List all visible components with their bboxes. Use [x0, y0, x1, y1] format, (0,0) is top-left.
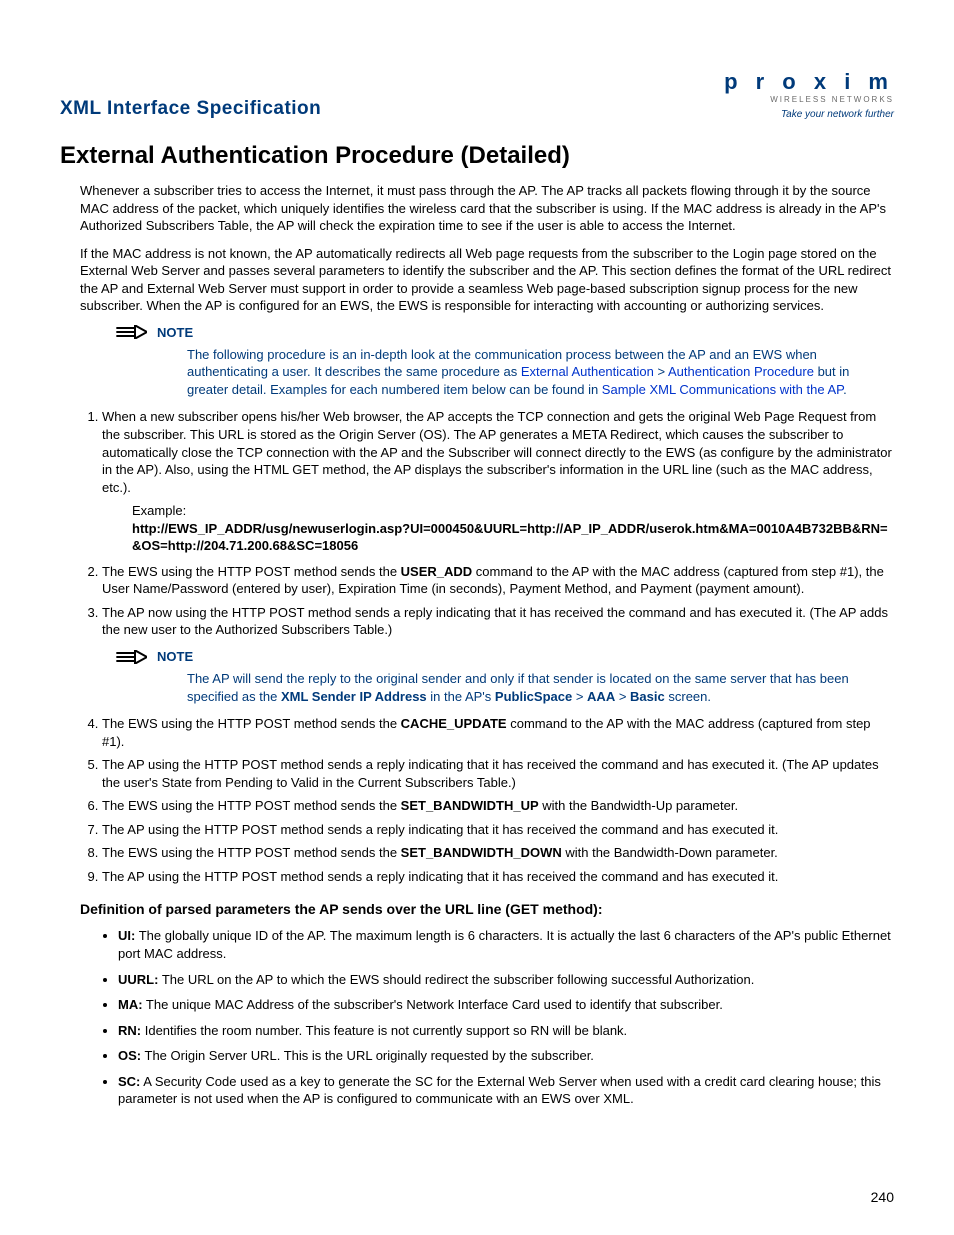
step-2: The EWS using the HTTP POST method sends… [102, 563, 894, 598]
note-arrow-icon [115, 325, 147, 339]
step-8-post: with the Bandwidth-Down parameter. [562, 845, 778, 860]
param-sc-label: SC: [118, 1074, 140, 1089]
param-ma: MA: The unique MAC Address of the subscr… [118, 996, 894, 1014]
param-os-label: OS: [118, 1048, 141, 1063]
note-1: NOTE The following procedure is an in-de… [115, 325, 894, 399]
step-3: The AP now using the HTTP POST method se… [102, 604, 894, 639]
param-ui: UI: The globally unique ID of the AP. Th… [118, 927, 894, 962]
step-2-pre: The EWS using the HTTP POST method sends… [102, 564, 401, 579]
example-block: Example: http://EWS_IP_ADDR/usg/newuserl… [132, 502, 894, 555]
link-external-auth[interactable]: External Authentication [521, 364, 654, 379]
step-6-pre: The EWS using the HTTP POST method sends… [102, 798, 401, 813]
note-label: NOTE [157, 325, 193, 340]
param-os: OS: The Origin Server URL. This is the U… [118, 1047, 894, 1065]
example-label: Example: [132, 502, 894, 520]
link-sample-xml[interactable]: Sample XML Communications with the AP [602, 382, 843, 397]
step-4-pre: The EWS using the HTTP POST method sends… [102, 716, 401, 731]
param-ui-label: UI: [118, 928, 135, 943]
step-9: The AP using the HTTP POST method sends … [102, 868, 894, 886]
header: XML Interface Specification p r o x i m … [60, 70, 894, 120]
step-7: The AP using the HTTP POST method sends … [102, 821, 894, 839]
note-2-sep1: > [572, 689, 587, 704]
procedure-list: When a new subscriber opens his/her Web … [80, 408, 894, 639]
step-5: The AP using the HTTP POST method sends … [102, 756, 894, 791]
note-arrow-icon [115, 650, 147, 664]
page-number: 240 [871, 1189, 894, 1205]
step-1-text: When a new subscriber opens his/her Web … [102, 409, 892, 494]
note-2-b3: AAA [587, 689, 615, 704]
procedure-list-cont: The EWS using the HTTP POST method sends… [80, 715, 894, 885]
note-2-b4: Basic [630, 689, 665, 704]
param-rn-label: RN: [118, 1023, 141, 1038]
param-uurl: UURL: The URL on the AP to which the EWS… [118, 971, 894, 989]
logo-subtitle: WIRELESS NETWORKS [724, 96, 894, 105]
step-4: The EWS using the HTTP POST method sends… [102, 715, 894, 750]
params-subhead: Definition of parsed parameters the AP s… [80, 901, 894, 917]
param-ma-label: MA: [118, 997, 143, 1012]
page: XML Interface Specification p r o x i m … [0, 0, 954, 1235]
note-2-body: The AP will send the reply to the origin… [187, 670, 894, 705]
param-rn-text: Identifies the room number. This feature… [141, 1023, 627, 1038]
logo: p r o x i m WIRELESS NETWORKS Take your … [724, 70, 894, 120]
params-list: UI: The globally unique ID of the AP. Th… [100, 927, 894, 1107]
step-2-cmd: USER_ADD [401, 564, 473, 579]
link-auth-procedure[interactable]: Authentication Procedure [668, 364, 814, 379]
note-2-sep2: > [615, 689, 630, 704]
param-uurl-text: The URL on the AP to which the EWS shoul… [158, 972, 754, 987]
note-1-body: The following procedure is an in-depth l… [187, 346, 894, 399]
param-ui-text: The globally unique ID of the AP. The ma… [118, 928, 891, 961]
example-url: http://EWS_IP_ADDR/usg/newuserlogin.asp?… [132, 520, 894, 555]
param-ma-text: The unique MAC Address of the subscriber… [143, 997, 723, 1012]
note-2-mid1: in the AP's [427, 689, 495, 704]
note-2-end: screen. [665, 689, 711, 704]
step-8: The EWS using the HTTP POST method sends… [102, 844, 894, 862]
intro-paragraph-1: Whenever a subscriber tries to access th… [80, 182, 894, 235]
step-6-cmd: SET_BANDWIDTH_UP [401, 798, 539, 813]
step-1: When a new subscriber opens his/her Web … [102, 408, 894, 554]
step-6: The EWS using the HTTP POST method sends… [102, 797, 894, 815]
param-sc-text: A Security Code used as a key to generat… [118, 1074, 881, 1107]
param-rn: RN: Identifies the room number. This fea… [118, 1022, 894, 1040]
note-1-sep: > [654, 364, 668, 379]
note-2-b1: XML Sender IP Address [281, 689, 427, 704]
page-title: External Authentication Procedure (Detai… [60, 142, 894, 170]
step-4-cmd: CACHE_UPDATE [401, 716, 507, 731]
step-8-cmd: SET_BANDWIDTH_DOWN [401, 845, 562, 860]
param-os-text: The Origin Server URL. This is the URL o… [141, 1048, 594, 1063]
param-sc: SC: A Security Code used as a key to gen… [118, 1073, 894, 1108]
note-label: NOTE [157, 649, 193, 664]
logo-main: p r o x i m [724, 70, 894, 94]
param-uurl-label: UURL: [118, 972, 158, 987]
step-8-pre: The EWS using the HTTP POST method sends… [102, 845, 401, 860]
logo-tagline: Take your network further [724, 109, 894, 120]
intro-paragraph-2: If the MAC address is not known, the AP … [80, 245, 894, 315]
note-2-b2: PublicSpace [495, 689, 572, 704]
section-title: XML Interface Specification [60, 98, 321, 120]
step-6-post: with the Bandwidth-Up parameter. [539, 798, 738, 813]
note-1-end: . [843, 382, 847, 397]
note-2: NOTE The AP will send the reply to the o… [115, 649, 894, 705]
